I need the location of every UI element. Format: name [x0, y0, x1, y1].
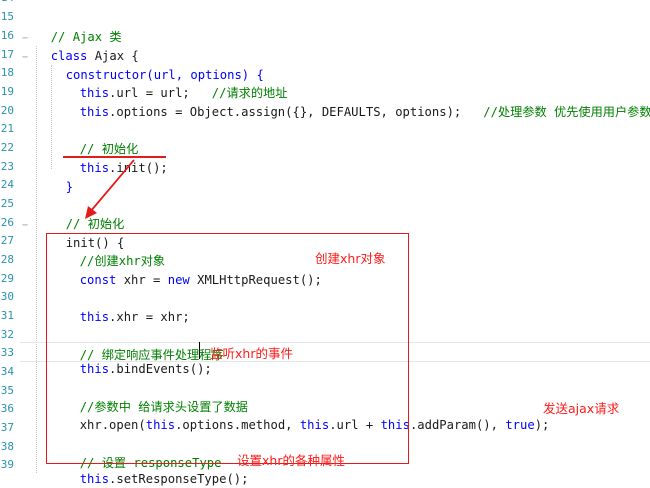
annotation-listen-events: 监听xhr的事件 — [210, 346, 293, 361]
annotation-send-ajax: 发送ajax请求 — [543, 401, 620, 416]
annotation-set-props: 设置xhr的各种属性 — [237, 453, 345, 468]
annotation-create-xhr: 创建xhr对象 — [315, 251, 386, 266]
keyword-this: this — [79, 472, 110, 486]
text-cursor — [199, 342, 200, 359]
code-text: .setResponseType(); — [109, 472, 249, 486]
